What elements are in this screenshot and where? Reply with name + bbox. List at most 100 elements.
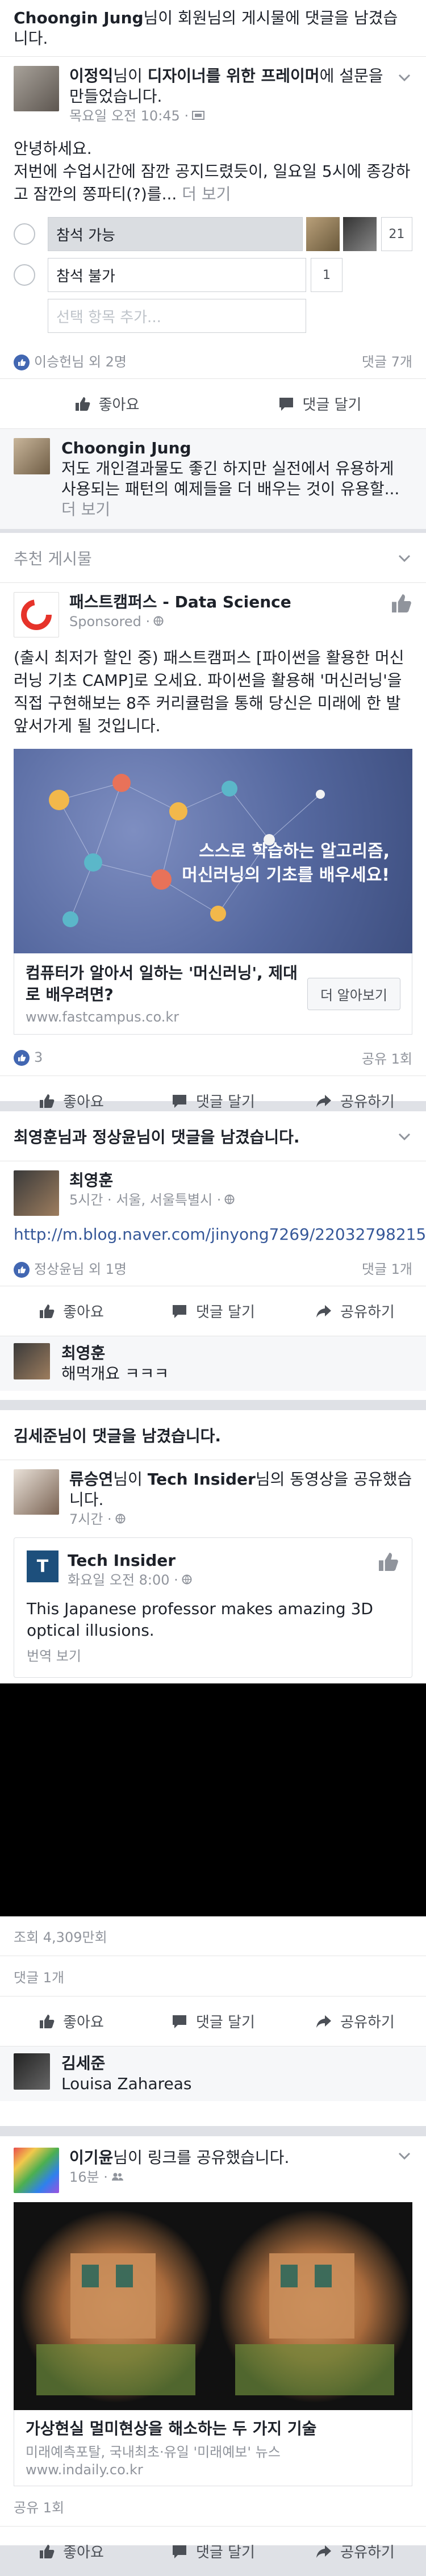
ad-image[interactable]: 스스로 학습하는 알고리즘, 머신러닝의 기초를 배우세요! [14,749,412,953]
chevron-down-icon[interactable] [396,550,412,566]
share-icon [316,2015,332,2028]
voter-avatar[interactable] [306,217,340,251]
embed-page-name[interactable]: Tech Insider [68,1551,176,1570]
poll-vote-count[interactable]: 21 [381,217,412,251]
header-name[interactable]: Choongin Jung [14,9,144,27]
share-button[interactable]: 공유하기 [284,2541,426,2562]
chevron-down-icon[interactable] [396,2148,412,2164]
share-button[interactable]: 공유하기 [284,1090,426,1111]
post-link[interactable]: http://m.blog.naver.com/jinyong7269/2203… [0,1225,426,1244]
likers-text: 정상윤님 외 1명 [34,1261,127,1277]
comment-button[interactable]: 댓글 달기 [142,1090,284,1111]
notification-header[interactable]: 최영훈님과 정상윤님이 댓글을 남겼습니다. [0,1111,426,1161]
page-name[interactable]: Tech Insider [148,1470,256,1489]
add-option-input[interactable]: 선택 항목 추가... [48,299,306,333]
like-button[interactable]: 좋아요 [0,2011,142,2032]
section-title: 추천 게시물 [14,549,92,568]
post-time[interactable]: 16분 · [69,2168,108,2186]
radio-button[interactable] [14,264,35,286]
comment-text: 저도 개인결과물도 좋긴 하지만 실전에서 유용하게 사용되는 패턴의 예제들을… [61,459,400,498]
poll-option-box[interactable]: 참석 가능 [48,217,303,251]
comment-count[interactable]: 댓글 1개 [14,1966,64,1986]
comment-button[interactable]: 댓글 달기 [213,393,426,414]
post-time[interactable]: 5시간 · 서울, 서울특별시 · [69,1191,221,1209]
comment-count[interactable]: 댓글 1개 [362,1258,412,1278]
see-more-link[interactable]: 더 보기 [61,500,110,519]
poll-option[interactable]: 참석 가능 21 [0,215,426,253]
comment-button[interactable]: 댓글 달기 [142,1300,284,1322]
post-time[interactable]: 목요일 오전 10:45 · [69,107,189,125]
see-more-link[interactable]: 더 보기 [182,185,231,203]
link-preview[interactable]: 가상현실 멀미현상을 해소하는 두 가지 기술 미래예측포탈, 국내최초·유일 … [14,2410,412,2486]
tech-insider-logo[interactable]: T [27,1550,59,1582]
share-button[interactable]: 공유하기 [284,2011,426,2032]
notification-header[interactable]: Choongin Jung님이 회원님의 게시물에 댓글을 남겼습니다. [0,0,426,57]
avatar[interactable] [14,1170,59,1216]
video-player[interactable] [0,1683,426,1916]
like-button[interactable]: 좋아요 [0,1090,142,1111]
comment-author[interactable]: 김세준 [61,2053,412,2074]
comment-button[interactable]: 댓글 달기 [142,2011,284,2032]
comment-text: 해먹개요 ㅋㅋㅋ [61,1364,169,1383]
share-count[interactable]: 공유 1회 [362,1048,412,1068]
voter-avatar[interactable] [343,217,377,251]
comment-button[interactable]: 댓글 달기 [142,2541,284,2562]
sponsored-label[interactable]: Sponsored · [69,612,150,631]
page-like-button[interactable] [390,592,412,615]
comment-icon [173,2545,187,2558]
thumbs-up-icon [75,397,90,411]
avatar[interactable] [14,2148,59,2193]
learn-more-button[interactable]: 더 알아보기 [307,977,400,1010]
avatar[interactable] [14,1469,59,1515]
page-name[interactable]: 패스트캠퍼스 - Data Science [69,593,291,611]
globe-icon [182,1571,192,1589]
comment-author[interactable]: 최영훈 [61,1343,412,1364]
radio-button[interactable] [14,223,35,245]
comment-icon [173,1304,187,1318]
link-image[interactable] [14,2202,412,2410]
like-button[interactable]: 좋아요 [0,1300,142,1322]
comment-count[interactable]: 댓글 7개 [362,351,412,370]
shared-post-embed[interactable]: T Tech Insider 화요일 오전 8:00 · This Japane… [14,1537,412,1678]
poll: 참석 가능 21 참석 불가 1 선택 항목 추가... [0,215,426,335]
group-name[interactable]: 디자이너를 위한 프레이머 [148,66,320,85]
page-like-button[interactable] [377,1550,399,1575]
poll-option-box[interactable]: 참석 불가 [48,258,306,292]
like-button[interactable]: 좋아요 [0,393,213,414]
post-author-row: 이정익님이 디자이너를 위한 프레이머에 설문을 만들었습니다. 목요일 오전 … [0,57,426,125]
comment-text[interactable]: Louisa Zahareas [61,2074,412,2094]
embed-time[interactable]: 화요일 오전 8:00 · [68,1571,178,1589]
link-url: www.fastcampus.co.kr [26,1009,179,1025]
author-name[interactable]: 류승연 [69,1470,113,1489]
poll-vote-count[interactable]: 1 [311,258,343,292]
avatar[interactable] [14,66,59,111]
share-button[interactable]: 공유하기 [284,1300,426,1322]
notification-header[interactable]: 김세준님이 댓글을 남겼습니다. [0,1410,426,1460]
author-name[interactable]: 이정익 [69,66,113,85]
translate-link[interactable]: 번역 보기 [27,1645,399,1665]
reaction-counts: 정상윤님 외 1명 댓글 1개 [0,1249,426,1286]
avatar[interactable] [14,2053,50,2090]
action-bar: 좋아요 댓글 달기 공유하기 [0,2526,426,2576]
page-logo[interactable] [14,592,59,637]
poll-option[interactable]: 참석 불가 1 [0,256,426,294]
reaction-counts: 3 공유 1회 [0,1039,426,1076]
like-button[interactable]: 좋아요 [0,2541,142,2562]
view-count[interactable]: 조회 4,309만회 [14,1926,107,1946]
avatar[interactable] [14,1343,50,1379]
author-name[interactable]: 이기윤 [69,2148,113,2167]
chevron-down-icon[interactable] [396,1128,412,1144]
poll-add-option: 선택 항목 추가... [0,297,426,335]
share-icon [316,2545,332,2558]
avatar[interactable] [14,438,50,474]
comment: Choongin Jung 저도 개인결과물도 좋긴 하지만 실전에서 유용하게… [0,428,426,529]
chevron-down-icon[interactable] [396,69,412,85]
author-name[interactable]: 최영훈 [69,1171,113,1190]
post-time[interactable]: 7시간 · [69,1510,112,1528]
like-badge-icon [14,354,30,370]
share-count[interactable]: 공유 1회 [14,2496,64,2516]
globe-icon [224,1191,235,1209]
comment-author[interactable]: Choongin Jung [61,438,412,458]
link-preview[interactable]: 컴퓨터가 알아서 일하는 '머신러닝', 제대로 배우려면? www.fastc… [14,953,412,1035]
post-card-sponsored: 추천 게시물 패스트캠퍼스 - Data Science Sponsored ·… [0,533,426,1111]
